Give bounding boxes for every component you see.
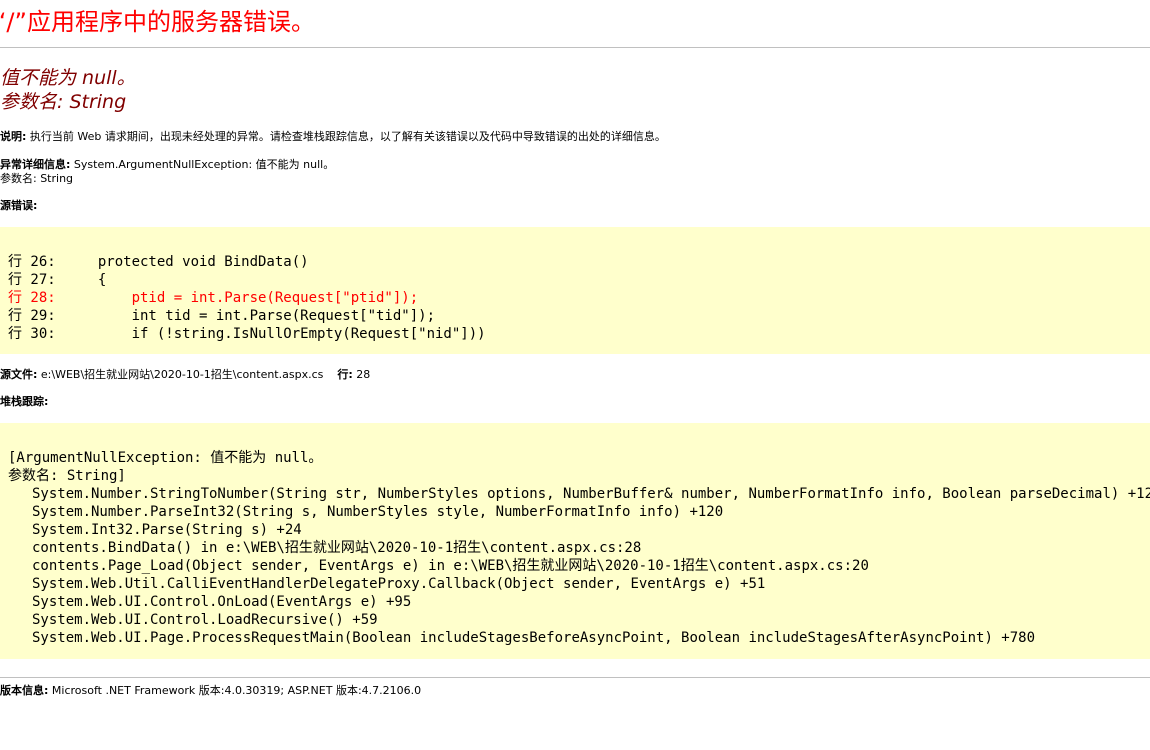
stack-trace-frame: contents.Page_Load(Object sender, EventA… [32, 558, 869, 574]
exception-param-text: 参数名: String [0, 172, 74, 185]
exception-details-label: 异常详细信息: [0, 158, 71, 171]
version-info-section: 版本信息: Microsoft .NET Framework 版本:4.0.30… [0, 684, 421, 698]
exception-param-line: 参数名: String [0, 172, 73, 186]
stack-trace-header-line: [ArgumentNullException: 值不能为 null。 [8, 450, 323, 466]
page-title: “/”应用程序中的服务器错误。 [0, 8, 315, 36]
exception-details-section: 异常详细信息: System.ArgumentNullException: 值不… [0, 158, 334, 172]
source-code-line: 行 26: protected void BindData() [8, 254, 309, 270]
version-info-label: 版本信息: [0, 684, 49, 697]
source-line-number: 28 [356, 368, 371, 381]
stack-trace-frame: System.Int32.Parse(String s) +24 [32, 522, 302, 538]
stack-trace-frame: contents.BindData() in e:\WEB\招生就业网站\202… [32, 540, 642, 556]
source-code-line: 行 30: if (!string.IsNullOrEmpty(Request[… [8, 326, 486, 342]
stack-trace-lines: [ArgumentNullException: 值不能为 null。 参数名: S… [8, 449, 1150, 647]
description-section: 说明: 执行当前 Web 请求期间，出现未经处理的异常。请检查堆栈跟踪信息，以了… [0, 130, 666, 144]
stack-trace-header-line: 参数名: String] [8, 468, 126, 484]
stack-trace-frame: System.Web.Util.CalliEventHandlerDelegat… [32, 576, 766, 592]
description-text: 执行当前 Web 请求期间，出现未经处理的异常。请检查堆栈跟踪信息，以了解有关该… [29, 130, 666, 143]
source-error-code-block: 行 26: protected void BindData() 行 27: { 行 … [0, 227, 1150, 354]
source-error-label: 源错误: [0, 199, 38, 212]
source-code-line: 行 27: { [8, 272, 107, 288]
title-divider [0, 47, 1150, 48]
source-file-section: 源文件: e:\WEB\招生就业网站\2020-10-1招生\content.a… [0, 368, 370, 382]
source-file-label: 源文件: [0, 368, 38, 381]
source-code-lines: 行 26: protected void BindData() 行 27: { 行 … [8, 253, 486, 343]
source-file-path: e:\WEB\招生就业网站\2020-10-1招生\content.aspx.c… [40, 368, 324, 381]
stack-trace-frame: System.Number.StringToNumber(String str,… [32, 486, 1150, 502]
stack-trace-frame: System.Web.UI.Page.ProcessRequestMain(Bo… [32, 630, 1036, 646]
stack-trace-label: 堆栈跟踪: [0, 395, 49, 408]
error-message-text: 值不能为 null。 [0, 67, 136, 89]
version-info-text: Microsoft .NET Framework 版本:4.0.30319; A… [51, 684, 422, 697]
source-code-line-error: 行 28: ptid = int.Parse(Request["ptid"]); [8, 290, 419, 306]
stack-trace-heading: 堆栈跟踪: [0, 395, 48, 409]
source-line-label: 行: [337, 368, 353, 381]
source-error-heading: 源错误: [0, 199, 37, 213]
exception-details-text: System.ArgumentNullException: 值不能为 null。 [73, 158, 335, 171]
stack-trace-frame: System.Number.ParseInt32(String s, Numbe… [32, 504, 724, 520]
source-code-line: 行 29: int tid = int.Parse(Request["tid"]… [8, 308, 436, 324]
stack-trace-code-block: [ArgumentNullException: 值不能为 null。 参数名: S… [0, 423, 1150, 659]
footer-divider [0, 677, 1150, 678]
stack-trace-frame: System.Web.UI.Control.OnLoad(EventArgs e… [32, 594, 412, 610]
description-label: 说明: [0, 130, 27, 143]
stack-trace-frame: System.Web.UI.Control.LoadRecursive() +5… [32, 612, 378, 628]
error-param-name: 参数名: String [0, 91, 127, 113]
error-message: 值不能为 null。 参数名: String [0, 66, 136, 114]
